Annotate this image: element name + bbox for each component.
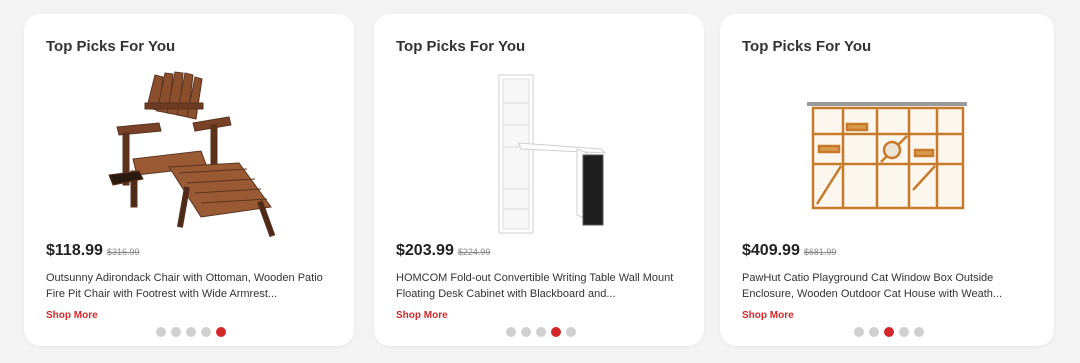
price-row: $203.99 $224.99: [396, 242, 490, 260]
carousel-dot-active[interactable]: [884, 327, 894, 337]
carousel-dot[interactable]: [536, 327, 546, 337]
catio-enclosure-image[interactable]: [720, 64, 1054, 244]
adirondack-chair-image-svg: [108, 70, 276, 237]
product-card[interactable]: Top Picks For You: [720, 14, 1054, 346]
card-title: Top Picks For You: [396, 38, 526, 55]
carousel-dot[interactable]: [506, 327, 516, 337]
shop-more-link[interactable]: Shop More: [742, 310, 794, 321]
sale-price: $118.99: [46, 242, 103, 259]
adirondack-chair-image[interactable]: [24, 64, 354, 244]
product-description[interactable]: HOMCOM Fold-out Convertible Writing Tabl…: [396, 270, 684, 302]
wall-desk-image[interactable]: [374, 64, 704, 244]
product-card[interactable]: Top Picks For You: [24, 14, 354, 346]
carousel-dot[interactable]: [899, 327, 909, 337]
original-price: $316.99: [106, 247, 140, 257]
catio-enclosure-image-svg: [807, 102, 967, 210]
original-price: $681.99: [803, 247, 837, 257]
product-description[interactable]: Outsunny Adirondack Chair with Ottoman, …: [46, 270, 334, 302]
product-card[interactable]: Top Picks For You $203.99 $224.99 HOMCOM…: [374, 14, 704, 346]
carousel-dot[interactable]: [156, 327, 166, 337]
shop-more-link[interactable]: Shop More: [46, 310, 98, 321]
original-price: $224.99: [457, 247, 491, 257]
carousel-dots: [506, 327, 576, 337]
carousel-dot[interactable]: [521, 327, 531, 337]
wall-desk-image-svg: [498, 74, 607, 234]
carousel-dot[interactable]: [186, 327, 196, 337]
price-row: $409.99 $681.99: [742, 242, 836, 260]
shop-more-link[interactable]: Shop More: [396, 310, 448, 321]
product-description[interactable]: PawHut Catio Playground Cat Window Box O…: [742, 270, 1034, 302]
carousel-dot[interactable]: [171, 327, 181, 337]
sale-price: $203.99: [396, 242, 454, 259]
product-carousel-row: Top Picks For You $118.99 $316.99 Outsun…: [0, 0, 1080, 363]
card-title: Top Picks For You: [742, 38, 872, 55]
carousel-dot[interactable]: [566, 327, 576, 337]
carousel-dots: [156, 327, 226, 337]
carousel-dot-active[interactable]: [551, 327, 561, 337]
carousel-dots: [854, 327, 924, 337]
card-title: Top Picks For You: [46, 38, 176, 55]
price-row: $118.99 $316.99: [46, 242, 140, 260]
carousel-dot[interactable]: [869, 327, 879, 337]
carousel-dot-active[interactable]: [216, 327, 226, 337]
sale-price: $409.99: [742, 242, 800, 259]
carousel-dot[interactable]: [914, 327, 924, 337]
carousel-dot[interactable]: [201, 327, 211, 337]
carousel-dot[interactable]: [854, 327, 864, 337]
